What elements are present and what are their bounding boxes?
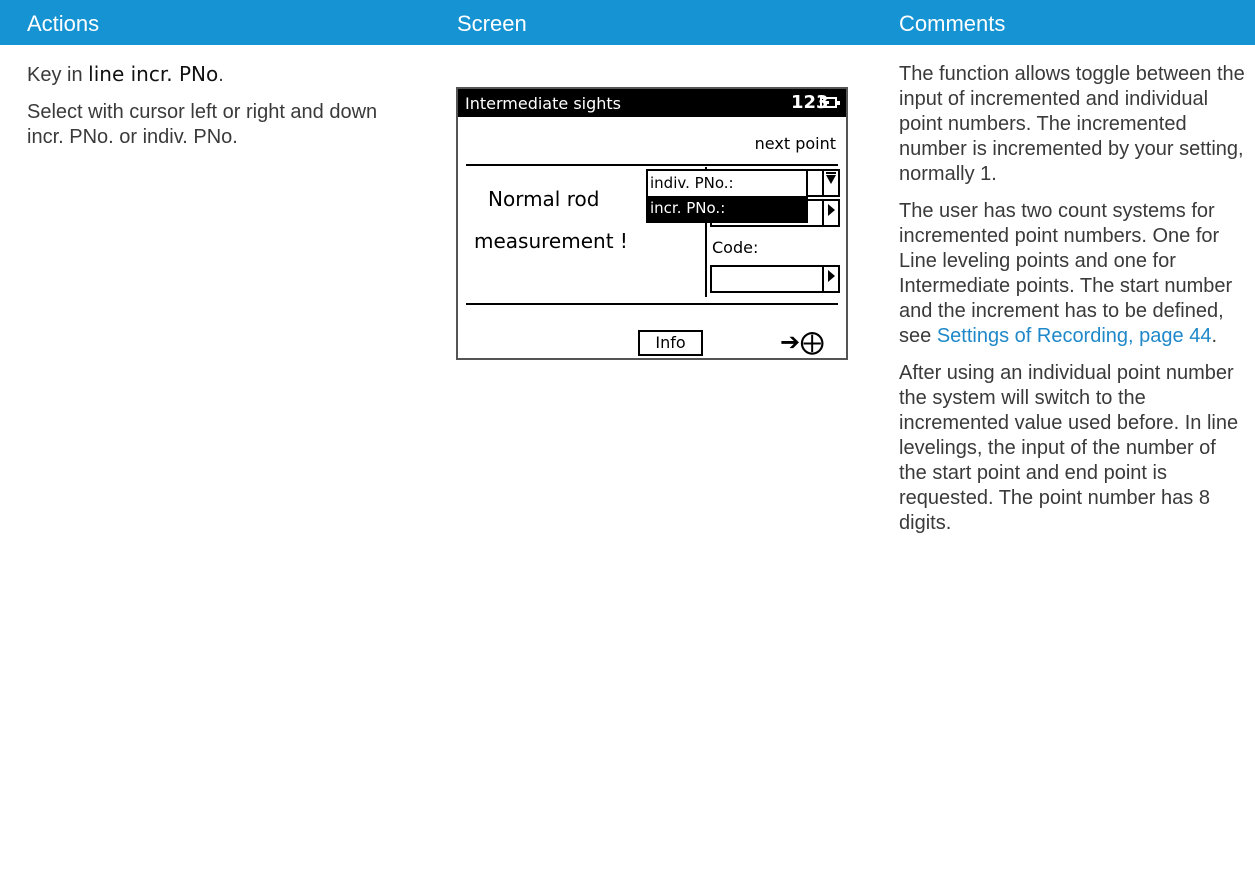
settings-of-recording-link[interactable]: Settings of Recording, page 44 [937,325,1212,347]
next-point-label: next point [754,134,836,153]
point-number-dropdown[interactable]: indiv. PNo.: incr. PNo.: [646,169,808,223]
device-title: Intermediate sights [465,94,621,113]
actions-column: Key in line incr. PNo. Select with curso… [27,62,417,162]
dropdown-option-indiv-pno[interactable]: indiv. PNo.: [648,171,806,196]
table-header: Actions Screen Comments [0,0,1255,45]
code-field[interactable] [710,265,840,293]
dropdown-button[interactable] [822,171,838,195]
measure-crosshair-icon[interactable]: ➔⨁ [780,328,824,356]
chevron-right-icon [828,270,835,282]
message-line-1: Normal rod [488,187,600,211]
action-prefix: Key in [27,64,89,86]
chevron-down-icon [826,172,836,184]
chevron-right-icon [828,204,835,216]
code-label: Code: [712,238,759,257]
divider-top [466,164,838,166]
divider-bottom [466,303,838,305]
header-comments: Comments [899,11,1006,36]
header-screen: Screen [457,11,527,36]
device-screen: Intermediate sights 123 next point Norma… [456,87,848,360]
action-step-1: Key in line incr. PNo. [27,62,417,88]
header-actions: Actions [27,11,100,36]
comment-paragraph-2: The user has two count systems for incre… [899,199,1249,349]
comments-column: The function allows toggle between the i… [899,62,1249,548]
message-line-2: measurement ! [474,229,628,253]
battery-icon [820,97,840,108]
info-button[interactable]: Info [638,330,703,356]
action-keyword: line incr. PNo [88,62,219,86]
comment-paragraph-3: After using an individual point number t… [899,362,1239,534]
expand-button[interactable] [822,201,838,225]
action-suffix: . [218,64,224,86]
code-expand-button[interactable] [822,267,838,291]
dropdown-option-incr-pno[interactable]: incr. PNo.: [648,196,806,221]
comment-end: . [1211,325,1218,347]
comment-paragraph-1: The function allows toggle between the i… [899,63,1245,185]
action-step-2: Select with cursor left or right and dow… [27,101,378,148]
device-title-bar: Intermediate sights 123 [458,89,846,117]
